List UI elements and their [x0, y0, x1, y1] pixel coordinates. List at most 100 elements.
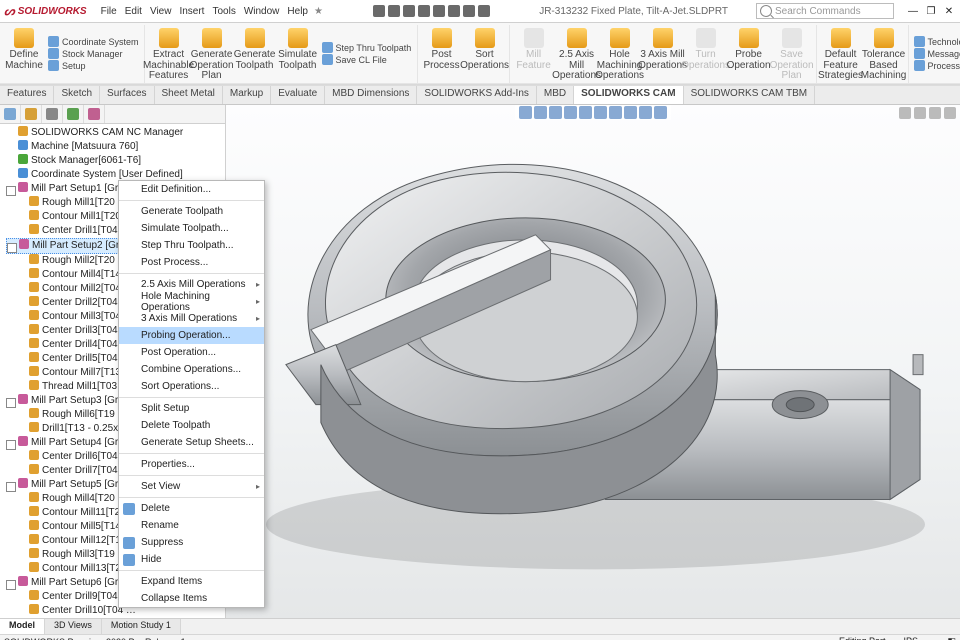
ribbon-probe-operation[interactable]: Probe Operation [728, 26, 770, 82]
ribbon-2-5-axis-mill-operations[interactable]: 2.5 Axis Mill Operations [556, 26, 598, 82]
ribbon-save-cl-file[interactable]: Save CL File [322, 54, 412, 65]
ctx-delete[interactable]: Delete [119, 500, 264, 517]
menu-bar[interactable]: File Edit View Insert Tools Window Help [101, 6, 308, 17]
search-icon [760, 5, 772, 17]
tree-root[interactable]: SOLIDWORKS CAM NC Manager [6, 126, 225, 140]
ribbon-setup[interactable]: Setup [48, 60, 139, 71]
save-icon[interactable] [403, 5, 415, 17]
ribbon-post-process[interactable]: Post Process [421, 26, 463, 82]
ctx-post-process-[interactable]: Post Process... [119, 254, 264, 271]
ctx-delete-toolpath[interactable]: Delete Toolpath [119, 417, 264, 434]
ctx-generate-toolpath[interactable]: Generate Toolpath [119, 203, 264, 220]
ctx-split-setup[interactable]: Split Setup [119, 400, 264, 417]
menu-insert[interactable]: Insert [179, 6, 204, 17]
tree-tab-feature-icon[interactable] [4, 108, 16, 120]
bottom-tab-motion-study-1[interactable]: Motion Study 1 [102, 619, 181, 634]
options-icon[interactable] [478, 5, 490, 17]
tree-item[interactable]: Machine [Matsuura 760] [6, 140, 225, 154]
bottom-tab-model[interactable]: Model [0, 619, 45, 634]
ribbon-process-manager[interactable]: Process Manager [914, 60, 960, 71]
app-logo: ᔕ SOLIDWORKS [4, 4, 87, 18]
ribbon-define-machine[interactable]: Define Machine [3, 26, 45, 82]
ctx-generate-setup-sheets-[interactable]: Generate Setup Sheets... [119, 434, 264, 451]
minimize-button[interactable]: — [906, 5, 920, 17]
quick-access-toolbar[interactable] [373, 5, 490, 17]
ribbon-generate-toolpath[interactable]: Generate Toolpath [234, 26, 276, 82]
tab-solidworks-add-ins[interactable]: SOLIDWORKS Add-Ins [417, 86, 536, 104]
menu-help[interactable]: Help [287, 6, 308, 17]
ribbon-message-window[interactable]: Message Window [914, 48, 960, 59]
tree-tab-cam-icon[interactable] [25, 108, 37, 120]
tab-solidworks-cam[interactable]: SOLIDWORKS CAM [574, 86, 683, 104]
tree-tab-config-icon[interactable] [46, 108, 58, 120]
ctx-combine-operations-[interactable]: Combine Operations... [119, 361, 264, 378]
search-commands-input[interactable]: Search Commands [756, 3, 894, 19]
ctx-simulate-toolpath-[interactable]: Simulate Toolpath... [119, 220, 264, 237]
tab-sketch[interactable]: Sketch [54, 86, 100, 104]
window-controls: — ❐ ✕ [906, 5, 956, 17]
ribbon-generate-operation-plan[interactable]: Generate Operation Plan [191, 26, 233, 82]
ribbon-stock-manager[interactable]: Stock Manager [48, 48, 139, 59]
ribbon-hole-machining-operations[interactable]: Hole Machining Operations [599, 26, 641, 82]
open-icon[interactable] [388, 5, 400, 17]
tree-item[interactable]: Stock Manager[6061-T6] [6, 154, 225, 168]
redo-icon[interactable] [448, 5, 460, 17]
restore-button[interactable]: ❐ [924, 5, 938, 17]
new-icon[interactable] [373, 5, 385, 17]
ctx-hole-machining-operations[interactable]: Hole Machining Operations▸ [119, 293, 264, 310]
graphics-viewport[interactable] [226, 105, 960, 618]
ctx-rename[interactable]: Rename [119, 517, 264, 534]
ctx-sort-operations-[interactable]: Sort Operations... [119, 378, 264, 395]
ctx-expand-items[interactable]: Expand Items [119, 573, 264, 590]
command-tab-strip[interactable]: FeaturesSketchSurfacesSheet MetalMarkupE… [0, 85, 960, 105]
tab-mbd[interactable]: MBD [537, 86, 574, 104]
ctx-hide[interactable]: Hide [119, 551, 264, 568]
ribbon-simulate-toolpath[interactable]: Simulate Toolpath [277, 26, 319, 82]
ribbon-extract-machinable-features[interactable]: Extract Machinable Features [148, 26, 190, 82]
menu-window[interactable]: Window [244, 6, 280, 17]
ribbon-sort-operations[interactable]: Sort Operations [464, 26, 506, 82]
ribbon-step-thru-toolpath[interactable]: Step Thru Toolpath [322, 42, 412, 53]
close-button[interactable]: ✕ [942, 5, 956, 17]
menu-file[interactable]: File [101, 6, 117, 17]
tab-evaluate[interactable]: Evaluate [271, 86, 325, 104]
ribbon-default-feature-strategies[interactable]: Default Feature Strategies [820, 26, 862, 82]
ribbon: Define MachineCoordinate SystemStock Man… [0, 23, 960, 85]
ribbon-3-axis-mill-operations[interactable]: 3 Axis Mill Operations [642, 26, 684, 82]
ctx-collapse-items[interactable]: Collapse Items [119, 590, 264, 607]
tree-tab-bar[interactable] [0, 105, 225, 124]
ctx-suppress[interactable]: Suppress [119, 534, 264, 551]
tab-solidworks-cam-tbm[interactable]: SOLIDWORKS CAM TBM [684, 86, 816, 104]
ctx-edit-definition-[interactable]: Edit Definition... [119, 181, 264, 198]
ribbon-tolerance-based-machining[interactable]: Tolerance Based Machining [863, 26, 905, 82]
context-menu[interactable]: Edit Definition... Generate ToolpathSimul… [118, 180, 265, 608]
ribbon-coordinate-system[interactable]: Coordinate System [48, 36, 139, 47]
ribbon-turn-operations: Turn Operations [685, 26, 727, 82]
ctx-step-thru-toolpath-[interactable]: Step Thru Toolpath... [119, 237, 264, 254]
tree-tab-other-icon[interactable] [88, 108, 100, 120]
tree-tab-display-icon[interactable] [67, 108, 79, 120]
tab-markup[interactable]: Markup [223, 86, 271, 104]
status-bar: SOLIDWORKS Premium 2020 Pre Release 1 Ed… [0, 634, 960, 640]
ctx-properties-[interactable]: Properties... [119, 456, 264, 473]
part-3d-render [226, 105, 960, 604]
ctx-set-view[interactable]: Set View▸ [119, 478, 264, 495]
tab-sheet-metal[interactable]: Sheet Metal [155, 86, 223, 104]
menu-edit[interactable]: Edit [125, 6, 142, 17]
bottom-tab-3d-views[interactable]: 3D Views [45, 619, 102, 634]
ribbon-row: Define MachineCoordinate SystemStock Man… [0, 25, 960, 84]
status-extra: — ◧ [936, 636, 956, 640]
menu-tools[interactable]: Tools [212, 6, 235, 17]
tab-features[interactable]: Features [0, 86, 54, 104]
ctx-3-axis-mill-operations[interactable]: 3 Axis Mill Operations▸ [119, 310, 264, 327]
ctx-probing-operation-[interactable]: Probing Operation... [119, 327, 264, 344]
rebuild-icon[interactable] [463, 5, 475, 17]
tab-surfaces[interactable]: Surfaces [100, 86, 154, 104]
menu-view[interactable]: View [150, 6, 172, 17]
print-icon[interactable] [418, 5, 430, 17]
bottom-tab-strip[interactable]: Model3D ViewsMotion Study 1 [0, 618, 960, 634]
undo-icon[interactable] [433, 5, 445, 17]
tab-mbd-dimensions[interactable]: MBD Dimensions [325, 86, 417, 104]
ribbon-technology-database[interactable]: Technology Database [914, 36, 960, 47]
ctx-post-operation-[interactable]: Post Operation... [119, 344, 264, 361]
